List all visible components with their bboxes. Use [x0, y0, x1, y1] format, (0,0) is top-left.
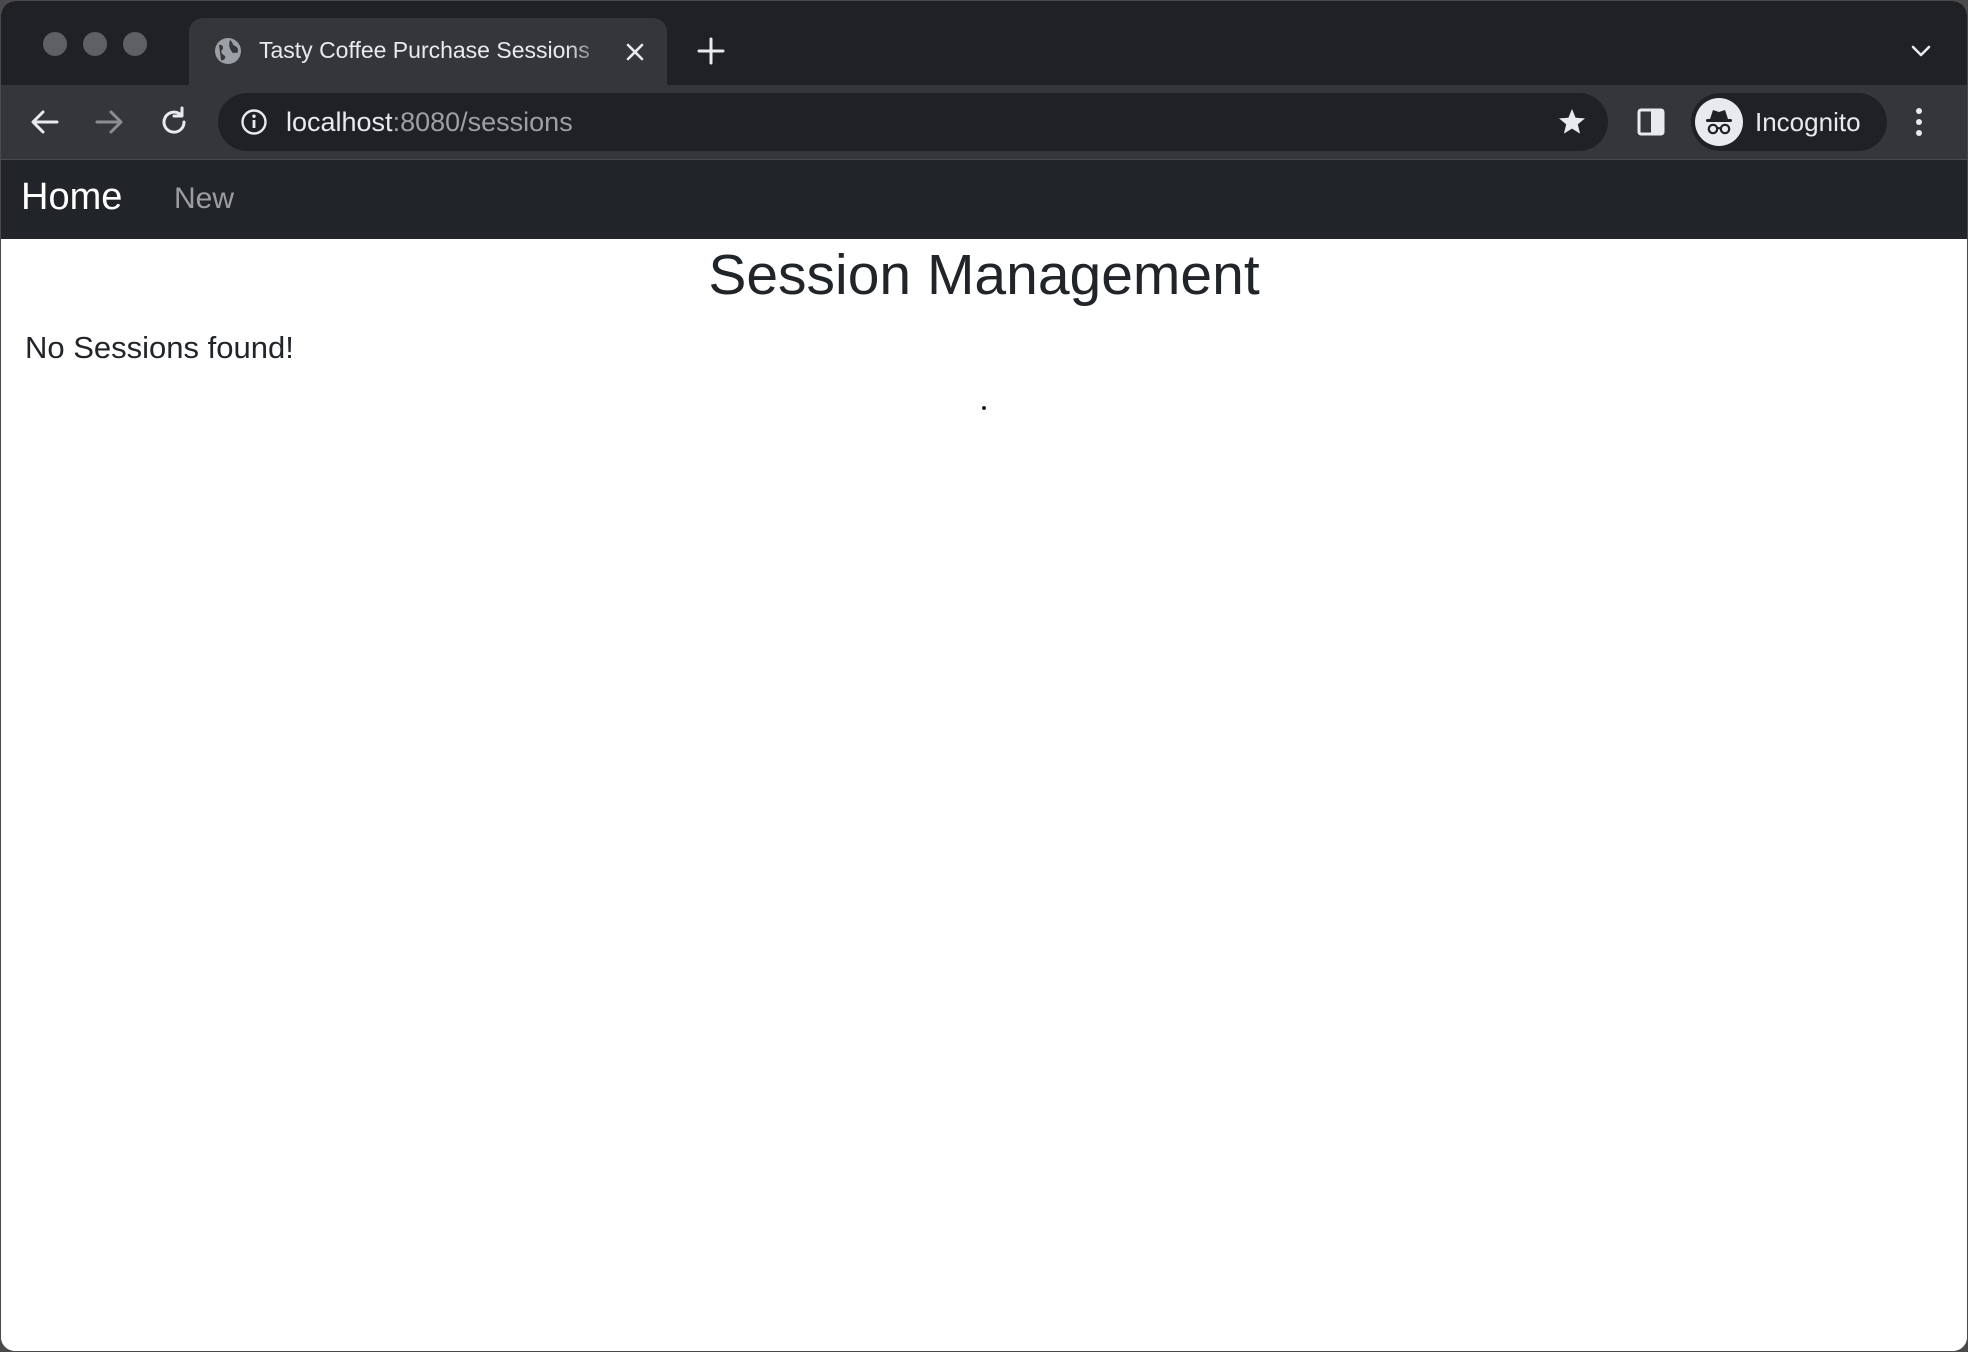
- nav-home-link[interactable]: Home: [21, 176, 122, 219]
- profile-label: Incognito: [1755, 107, 1861, 137]
- more-vertical-icon[interactable]: [1909, 105, 1929, 139]
- url-path: :8080/sessions: [392, 107, 573, 137]
- page-content: Home New Session Management No Sessions …: [1, 160, 1967, 1351]
- browser-tab-active[interactable]: Tasty Coffee Purchase Sessions: [189, 18, 667, 85]
- address-url[interactable]: localhost:8080/sessions: [286, 107, 573, 138]
- globe-icon: [215, 38, 241, 64]
- browser-toolbar: localhost:8080/sessions Incognito: [1, 85, 1967, 160]
- nav-new-link[interactable]: New: [174, 182, 234, 216]
- bookmark-star-icon[interactable]: [1556, 106, 1588, 138]
- window-minimize-button[interactable]: [83, 32, 107, 56]
- window-close-button[interactable]: [43, 32, 67, 56]
- tab-strip: Tasty Coffee Purchase Sessions: [1, 1, 1967, 85]
- incognito-avatar: [1695, 98, 1743, 146]
- window-maximize-button[interactable]: [123, 32, 147, 56]
- stray-dot: [982, 406, 986, 410]
- incognito-profile-button[interactable]: Incognito: [1691, 93, 1887, 151]
- reload-icon[interactable]: [156, 104, 192, 140]
- back-arrow-icon[interactable]: [27, 104, 63, 140]
- page-title: Session Management: [708, 243, 1260, 307]
- tab-title: Tasty Coffee Purchase Sessions: [259, 37, 590, 63]
- browser-window: Tasty Coffee Purchase Sessions localhost…: [1, 1, 1967, 1351]
- url-host: localhost: [286, 107, 393, 137]
- address-bar[interactable]: localhost:8080/sessions: [218, 93, 1608, 151]
- empty-state-message: No Sessions found!: [25, 330, 294, 365]
- tab-close-icon[interactable]: [621, 38, 649, 66]
- new-tab-plus-icon[interactable]: [695, 35, 727, 67]
- site-info-icon[interactable]: [240, 108, 268, 136]
- side-panel-icon[interactable]: [1635, 106, 1667, 138]
- incognito-icon: [1706, 110, 1732, 135]
- app-navbar: Home New: [1, 160, 1967, 239]
- forward-arrow-icon[interactable]: [91, 104, 127, 140]
- chevron-down-icon[interactable]: [1909, 39, 1933, 63]
